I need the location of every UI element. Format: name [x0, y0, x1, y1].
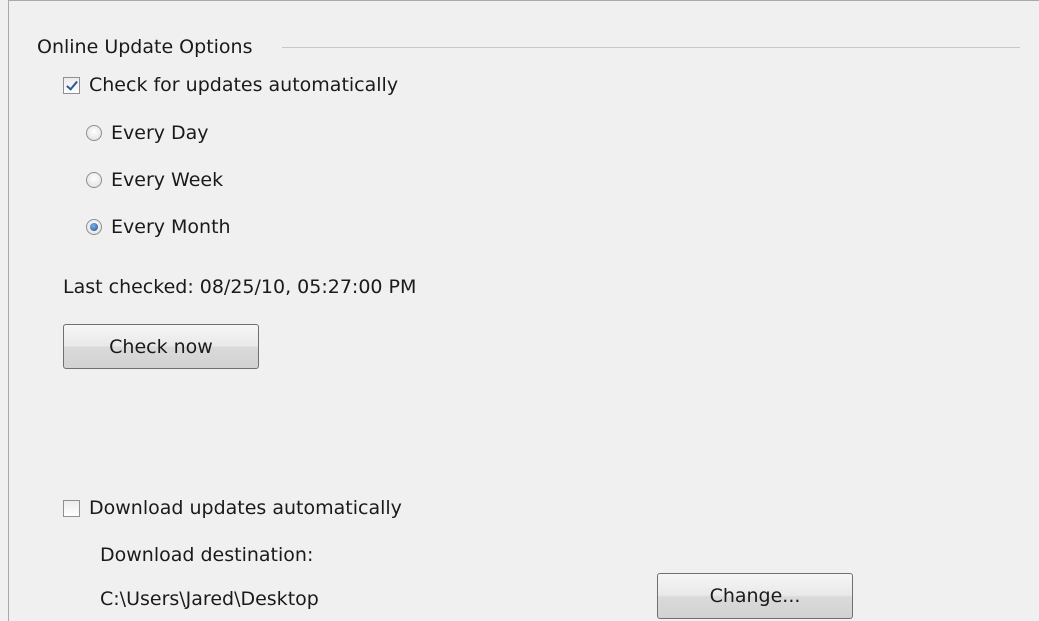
download-destination-path: C:\Users\Jared\Desktop [100, 588, 319, 610]
check-updates-checkbox[interactable] [63, 76, 80, 94]
dialog-frame-top [8, 0, 1039, 1]
radio-every-month[interactable]: Every Month [86, 215, 231, 239]
last-checked-text: Last checked: 08/25/10, 05:27:00 PM [63, 276, 417, 298]
dialog-frame-left [8, 0, 9, 621]
radio-every-day[interactable]: Every Day [86, 121, 209, 145]
online-update-group-title: Online Update Options [37, 36, 253, 58]
every-month-label: Every Month [111, 216, 231, 238]
every-month-radio[interactable] [86, 219, 102, 235]
every-week-label: Every Week [111, 169, 224, 191]
check-now-button[interactable]: Check now [63, 324, 259, 369]
download-destination-label: Download destination: [100, 544, 314, 566]
check-updates-label: Check for updates automatically [89, 74, 399, 96]
radio-every-week[interactable]: Every Week [86, 168, 223, 192]
check-updates-automatically[interactable]: Check for updates automatically [63, 73, 398, 97]
every-week-radio[interactable] [86, 172, 102, 188]
group-divider [282, 47, 1020, 48]
download-updates-checkbox[interactable] [63, 499, 80, 517]
download-updates-label: Download updates automatically [89, 497, 402, 519]
change-destination-button[interactable]: Change... [657, 573, 853, 619]
every-day-label: Every Day [111, 122, 209, 144]
download-updates-automatically[interactable]: Download updates automatically [63, 496, 402, 520]
every-day-radio[interactable] [86, 125, 102, 141]
